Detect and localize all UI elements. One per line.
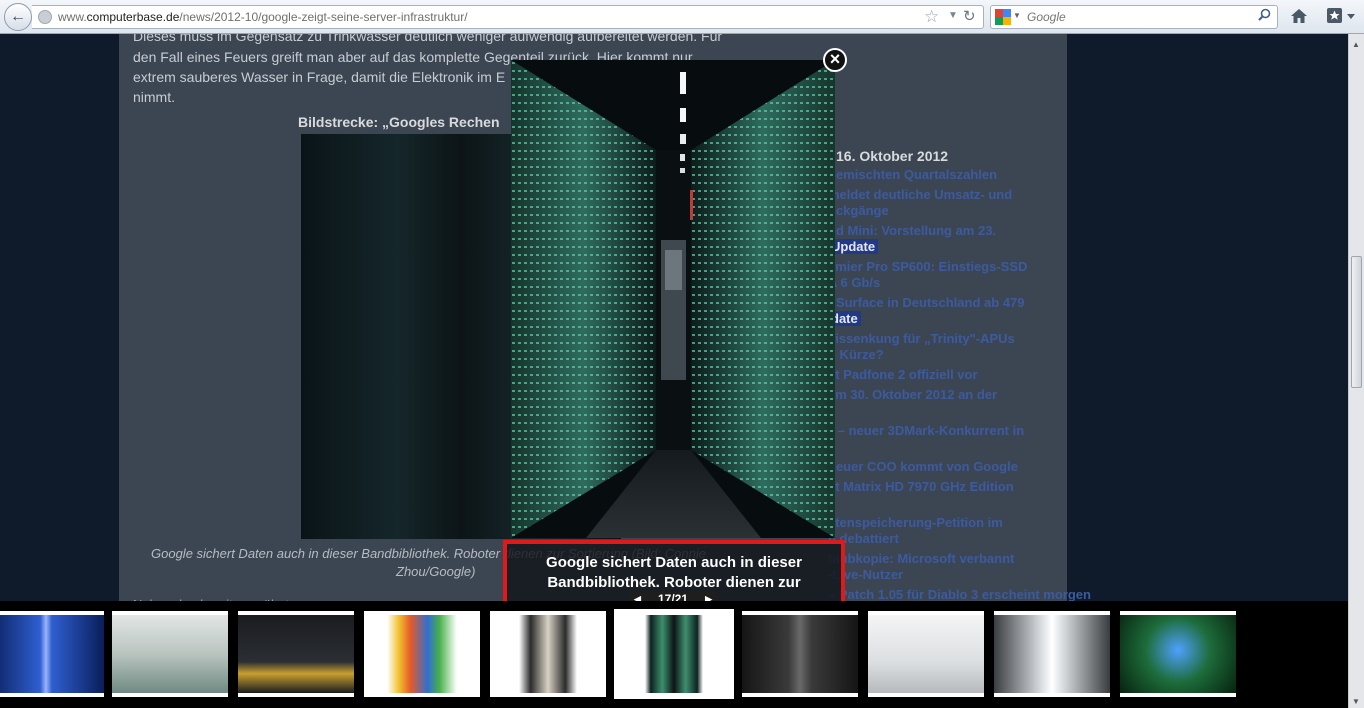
thumbnail[interactable]: [0, 611, 104, 697]
datacenter-green-racks-image: [1120, 615, 1236, 693]
datacenter-cable-fans-image: [490, 615, 606, 693]
vertical-scrollbar[interactable]: ▲ ▼: [1348, 34, 1364, 708]
datacenter-white-aisle-image: [994, 615, 1110, 693]
google-engine-icon[interactable]: [995, 9, 1011, 25]
thumbnail[interactable]: [364, 611, 480, 697]
bookmarks-menu-icon[interactable]: [1326, 6, 1358, 26]
home-icon[interactable]: [1290, 7, 1308, 25]
reload-icon[interactable]: ↻: [963, 7, 976, 25]
news-link[interactable]: A 6 Gb/s: [828, 275, 880, 291]
article-text: nimmt.: [133, 89, 175, 105]
news-link[interactable]: taubkopie: Microsoft verbannt: [828, 551, 1014, 567]
bookmark-star-icon[interactable]: ☆: [924, 7, 939, 27]
thumbnail[interactable]: [490, 611, 606, 697]
news-link[interactable]: nd Mini: Vorstellung am 23.: [828, 223, 996, 239]
datacenter-cooling-plant-image: [112, 615, 228, 693]
gallery-title: Bildstrecke: „Googles Rechen: [298, 114, 500, 130]
thumbnail[interactable]: [112, 611, 228, 697]
caption-line: Google sichert Daten auch in dieser: [546, 554, 802, 571]
datacenter-server-door-image: [742, 615, 858, 693]
news-link[interactable]: " – neuer 3DMark-Konkurrent in: [828, 423, 1024, 439]
back-arrow-icon: ←: [10, 8, 26, 25]
close-icon[interactable]: ×: [823, 48, 847, 72]
address-bar[interactable]: www.computerbase.de/news/2012-10/google-…: [32, 5, 984, 29]
news-link[interactable]: t Surface in Deutschland ab 479: [828, 295, 1025, 311]
scroll-down-icon[interactable]: ▼: [1352, 697, 1360, 706]
news-link[interactable]: eissenkung für „Trinity"-APUs: [828, 331, 1015, 347]
datacenter-white-tanks-image: [868, 615, 984, 693]
datacenter-tape-library-image: [616, 615, 732, 693]
thumbnail[interactable]: [742, 611, 858, 697]
news-link[interactable]: gemischten Quartalszahlen: [828, 167, 997, 183]
thumbnail[interactable]: [614, 609, 734, 699]
news-date-heading: 16. Oktober 2012: [836, 148, 949, 164]
news-link[interactable]: ückgänge: [828, 203, 889, 219]
search-input[interactable]: Google: [1027, 10, 1066, 24]
news-link[interactable]: emier Pro SP600: Einstiegs-SSD: [828, 259, 1027, 275]
datacenter-hall-yellow-image: [238, 615, 354, 693]
news-link[interactable]: meldet deutliche Umsatz- und: [828, 187, 1012, 203]
news-link[interactable]: llt Matrix HD 7970 GHz Edition: [828, 479, 1014, 495]
article-text: extrem sauberes Wasser in Frage, damit d…: [133, 69, 506, 85]
image-caption: Zhou/Google): [396, 564, 476, 579]
update-badge: Update: [828, 239, 879, 254]
engine-dropdown-icon[interactable]: ▼: [1013, 11, 1021, 20]
datacenter-blue-aisle-image: [0, 615, 104, 693]
news-link[interactable]: llt Padfone 2 offiziell vor: [828, 367, 978, 383]
thumbnail[interactable]: [994, 611, 1110, 697]
site-identity-icon[interactable]: [38, 10, 52, 24]
news-link[interactable]: Update: [828, 239, 879, 255]
lightbox-image[interactable]: [511, 60, 835, 538]
news-link[interactable]: atenspeicherung-Petition im: [828, 515, 1003, 531]
news-link[interactable]: n Kürze?: [828, 347, 884, 363]
scroll-thumb[interactable]: [1351, 256, 1362, 388]
browser-toolbar: ← www.computerbase.de/news/2012-10/googl…: [0, 0, 1364, 34]
article-text: Dieses muss im Gegensatz zu Trinkwasser …: [133, 34, 723, 44]
magnifier-icon[interactable]: [1258, 8, 1271, 21]
back-button[interactable]: ←: [4, 3, 32, 31]
thumbnail[interactable]: [238, 611, 354, 697]
thumbnail[interactable]: [868, 611, 984, 697]
caption-line: Bandbibliothek. Roboter dienen zur: [547, 574, 801, 591]
thumbnail-strip: [0, 601, 1348, 708]
thumbnail[interactable]: [1120, 611, 1236, 697]
search-bar[interactable]: ▼ Google: [990, 5, 1278, 29]
news-link[interactable]: em 30. Oktober 2012 an der: [828, 387, 997, 403]
news-link[interactable]: neuer COO kommt von Google: [828, 459, 1018, 475]
scroll-up-icon[interactable]: ▲: [1352, 40, 1360, 49]
url-text[interactable]: www.computerbase.de/news/2012-10/google-…: [58, 10, 468, 24]
server-aisle-photo: [511, 60, 835, 538]
datacenter-colored-pipes-image: [364, 615, 480, 693]
history-dropdown-icon[interactable]: ▼: [948, 10, 958, 21]
